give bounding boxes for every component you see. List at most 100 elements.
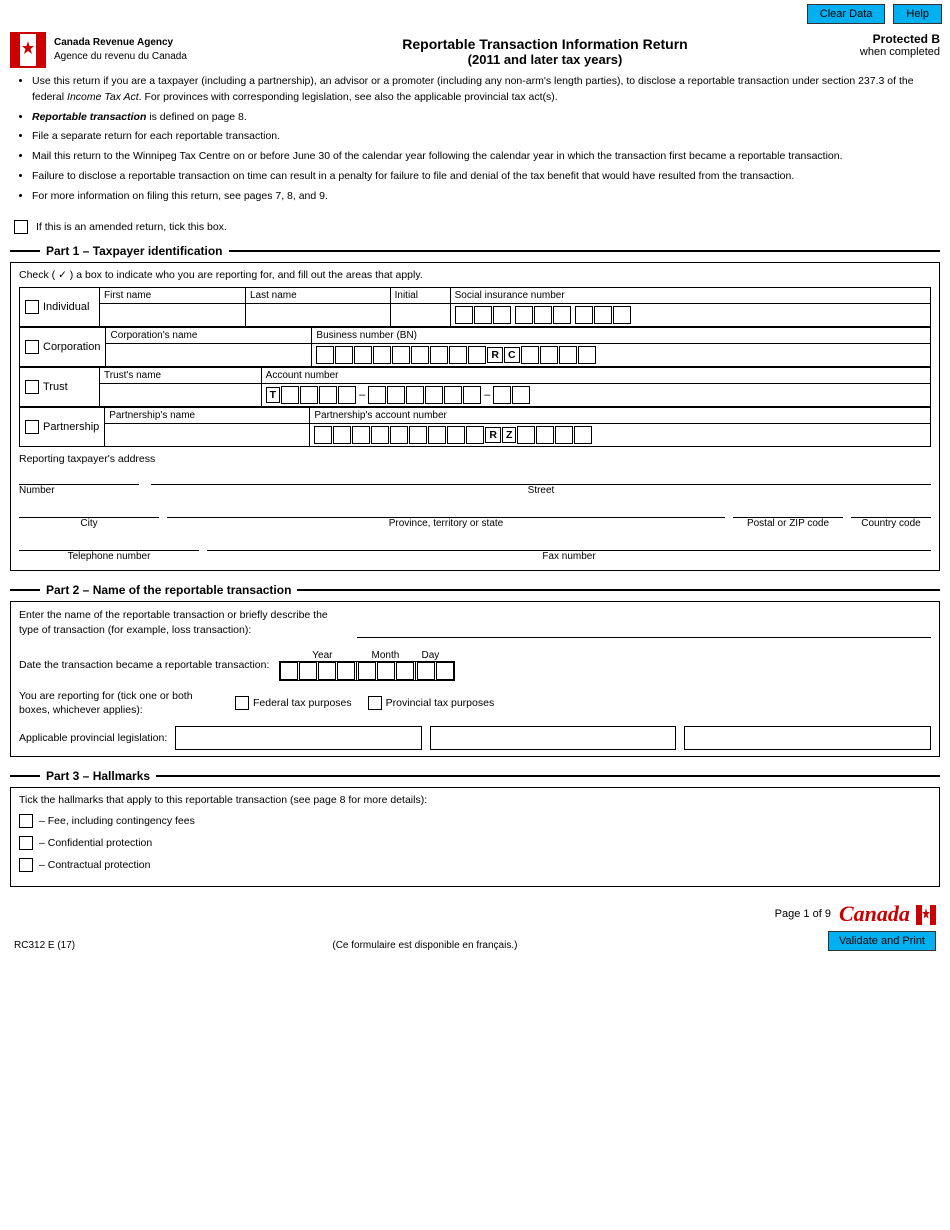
trust-checkbox[interactable]: [25, 380, 39, 394]
pship-box-1[interactable]: [314, 426, 332, 444]
partnership-checkbox[interactable]: [25, 420, 39, 434]
pship-box-13[interactable]: [574, 426, 592, 444]
federal-checkbox[interactable]: [235, 696, 249, 710]
initial-input[interactable]: [390, 304, 450, 327]
applicable-box-1[interactable]: [175, 726, 422, 750]
corp-name-input[interactable]: [106, 344, 312, 367]
trust-box-7[interactable]: [406, 386, 424, 404]
trust-box-11[interactable]: [493, 386, 511, 404]
sin-box-7[interactable]: [575, 306, 593, 324]
street-input[interactable]: [151, 469, 931, 485]
trust-box-10[interactable]: [463, 386, 481, 404]
bn-box-2[interactable]: [335, 346, 353, 364]
pship-box-11[interactable]: [536, 426, 554, 444]
number-street-row: Number Street: [19, 469, 931, 496]
bn-box-13[interactable]: [578, 346, 596, 364]
pship-box-3[interactable]: [352, 426, 370, 444]
bn-box-6[interactable]: [411, 346, 429, 364]
bn-box-8[interactable]: [449, 346, 467, 364]
transaction-name-input[interactable]: [357, 622, 931, 638]
sin-box-1[interactable]: [455, 306, 473, 324]
pship-box-2[interactable]: [333, 426, 351, 444]
month-box-1[interactable]: [358, 662, 376, 680]
applicable-box-3[interactable]: [684, 726, 931, 750]
year-box-3[interactable]: [318, 662, 336, 680]
bn-box-11[interactable]: [540, 346, 558, 364]
hallmark-checkbox-2[interactable]: [19, 836, 33, 850]
bn-box-4[interactable]: [373, 346, 391, 364]
sin-box-8[interactable]: [594, 306, 612, 324]
bn-box-3[interactable]: [354, 346, 372, 364]
month-box-3[interactable]: [396, 662, 414, 680]
day-box-2[interactable]: [436, 662, 454, 680]
amended-checkbox[interactable]: [14, 220, 28, 234]
trust-box-6[interactable]: [387, 386, 405, 404]
year-box-2[interactable]: [299, 662, 317, 680]
trust-box-9[interactable]: [444, 386, 462, 404]
trust-box-12[interactable]: [512, 386, 530, 404]
trust-box-2[interactable]: [300, 386, 318, 404]
partnership-label-cell: Partnership: [20, 408, 105, 447]
validate-print-button[interactable]: Validate and Print: [828, 931, 936, 951]
sin-box-3[interactable]: [493, 306, 511, 324]
sin-box-5[interactable]: [534, 306, 552, 324]
partnership-account-cell: R Z: [310, 424, 931, 447]
telephone-input[interactable]: [19, 535, 199, 551]
year-box-1[interactable]: [280, 662, 298, 680]
country-label: Country code: [851, 518, 931, 529]
sin-box-2[interactable]: [474, 306, 492, 324]
pship-box-4[interactable]: [371, 426, 389, 444]
hallmark-checkbox-3[interactable]: [19, 858, 33, 872]
pship-box-7[interactable]: [428, 426, 446, 444]
sin-box-9[interactable]: [613, 306, 631, 324]
day-label: Day: [412, 650, 448, 661]
corporation-checkbox[interactable]: [25, 340, 39, 354]
city-input[interactable]: [19, 502, 159, 518]
trust-box-8[interactable]: [425, 386, 443, 404]
date-boxes-area: Year Month Day: [279, 650, 455, 681]
number-input[interactable]: [19, 469, 139, 485]
account-number-header: Account number: [261, 368, 930, 384]
clear-data-button[interactable]: Clear Data: [807, 4, 886, 24]
day-box-1[interactable]: [417, 662, 435, 680]
postal-input[interactable]: [733, 502, 843, 518]
applicable-box-2[interactable]: [430, 726, 677, 750]
bn-box-9[interactable]: [468, 346, 486, 364]
province-field: Province, territory or state: [167, 502, 725, 529]
bn-box-12[interactable]: [559, 346, 577, 364]
bn-box-1[interactable]: [316, 346, 334, 364]
lastname-header: Last name: [246, 288, 391, 304]
sin-box-4[interactable]: [515, 306, 533, 324]
sin-box-6[interactable]: [553, 306, 571, 324]
bn-box-10[interactable]: [521, 346, 539, 364]
pship-box-8[interactable]: [447, 426, 465, 444]
partnership-name-input[interactable]: [105, 424, 310, 447]
bn-box-5[interactable]: [392, 346, 410, 364]
help-button[interactable]: Help: [893, 4, 942, 24]
province-input[interactable]: [167, 502, 725, 518]
pship-box-12[interactable]: [555, 426, 573, 444]
lastname-input[interactable]: [246, 304, 391, 327]
firstname-input[interactable]: [100, 304, 246, 327]
agency-fr: Agence du revenu du Canada: [54, 50, 187, 64]
pship-box-6[interactable]: [409, 426, 427, 444]
trust-box-3[interactable]: [319, 386, 337, 404]
instruction-4: Mail this return to the Winnipeg Tax Cen…: [32, 149, 936, 165]
partnership-label: Partnership: [43, 421, 99, 433]
year-box-4[interactable]: [337, 662, 355, 680]
trust-name-input[interactable]: [100, 384, 262, 407]
pship-box-9[interactable]: [466, 426, 484, 444]
trust-box-1[interactable]: [281, 386, 299, 404]
hallmark-checkbox-1[interactable]: [19, 814, 33, 828]
month-box-2[interactable]: [377, 662, 395, 680]
individual-checkbox[interactable]: [25, 300, 39, 314]
trust-box-5[interactable]: [368, 386, 386, 404]
country-input[interactable]: [851, 502, 931, 518]
trust-box-4[interactable]: [338, 386, 356, 404]
bn-box-7[interactable]: [430, 346, 448, 364]
amended-label: If this is an amended return, tick this …: [36, 221, 227, 233]
pship-box-5[interactable]: [390, 426, 408, 444]
fax-input[interactable]: [207, 535, 931, 551]
pship-box-10[interactable]: [517, 426, 535, 444]
provincial-checkbox[interactable]: [368, 696, 382, 710]
